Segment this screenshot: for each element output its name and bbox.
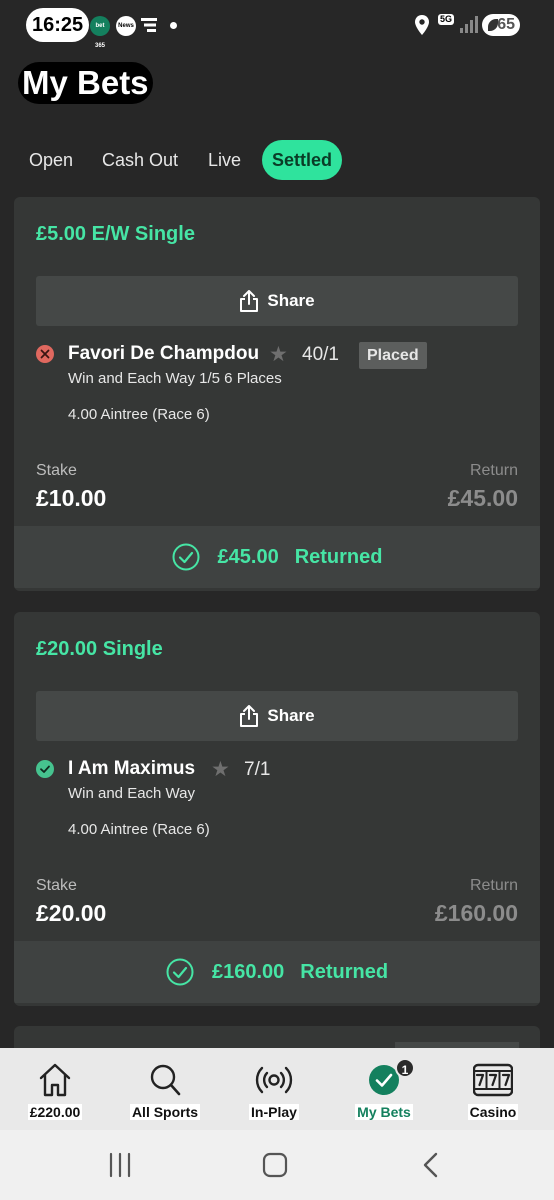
share-icon (240, 705, 259, 727)
market-description: Win and Each Way (68, 785, 195, 802)
news-notification-icon: News (116, 16, 136, 36)
favourite-star-icon[interactable]: ★ (269, 342, 288, 367)
tab-open[interactable]: Open (16, 140, 86, 180)
bet-title: £20.00 Single (36, 638, 163, 660)
share-label: Share (267, 291, 315, 310)
location-icon (415, 15, 429, 35)
selection-odds: 7/1 (244, 759, 271, 780)
bet-filter-tabs: Open Cash Out Live Settled (16, 140, 546, 180)
event-description: 4.00 Aintree (Race 6) (68, 821, 210, 838)
share-icon (240, 290, 259, 312)
bet-card: £5.00 E/W Single Share Favori De Champdo… (14, 197, 540, 591)
return-label: Return (469, 462, 518, 479)
share-label: Share (267, 706, 315, 725)
notification-badge: 1 (395, 1058, 415, 1078)
nav-label: In-Play (249, 1104, 299, 1120)
share-button[interactable]: Share (36, 276, 518, 326)
nav-label: All Sports (129, 1104, 201, 1120)
battery-indicator: 65 (482, 14, 520, 36)
nav-home[interactable]: £220.00 (0, 1048, 110, 1130)
recent-apps-icon[interactable] (108, 1150, 132, 1180)
signal-icon (460, 16, 478, 33)
status-bar: 16:25 bet 365 News 5G 65 (0, 0, 554, 52)
home-icon (39, 1063, 71, 1097)
placed-badge: Placed (359, 342, 427, 369)
event-description: 4.00 Aintree (Race 6) (68, 406, 210, 423)
tab-settled[interactable]: Settled (262, 140, 343, 180)
tab-cash-out[interactable]: Cash Out (89, 140, 191, 180)
market-description: Win and Each Way 1/5 6 Places (68, 370, 282, 387)
live-broadcast-icon (255, 1066, 293, 1094)
bottom-navigation: £220.00 All Sports In-Play 1 My Bets Cas… (0, 1048, 554, 1130)
status-time: 16:25 (26, 8, 90, 42)
settled-status: Returned (294, 545, 383, 568)
settled-amount: £160.00 (211, 960, 285, 983)
search-icon (150, 1064, 181, 1096)
selection-odds: 40/1 (302, 344, 339, 365)
stake-amount: £10.00 (36, 485, 107, 511)
bet365-notification-icon: bet 365 (90, 16, 110, 49)
nav-label: My Bets (355, 1104, 413, 1120)
favourite-star-icon[interactable]: ★ (211, 757, 230, 782)
nav-all-sports[interactable]: All Sports (110, 1048, 220, 1130)
stake-label: Stake (36, 462, 77, 479)
battery-level: 65 (497, 16, 515, 33)
stake-label: Stake (36, 877, 77, 894)
settled-status: Returned (300, 960, 389, 983)
selection-name: I Am Maximus (68, 758, 196, 779)
nav-label: Casino (467, 1104, 519, 1120)
home-button-icon[interactable] (262, 1150, 288, 1180)
settled-result-bar: £160.00 Returned (14, 941, 540, 1003)
return-amount: £160.00 (434, 900, 518, 926)
nav-my-bets[interactable]: 1 My Bets (329, 1048, 439, 1130)
slot-machine-icon (473, 1063, 513, 1097)
settled-amount: £45.00 (217, 545, 279, 568)
share-button[interactable]: Share (36, 691, 518, 741)
check-circle-icon (172, 543, 200, 571)
page-title: My Bets (18, 62, 153, 104)
more-notifications-dot (170, 22, 177, 29)
tab-live[interactable]: Live (195, 140, 254, 180)
check-circle-icon (166, 958, 194, 986)
back-icon[interactable] (420, 1150, 440, 1180)
balance-label: £220.00 (27, 1104, 83, 1120)
settled-result-bar: £45.00 Returned (14, 526, 540, 588)
selection-name: Favori De Champdou (68, 343, 260, 364)
network-type: 5G (438, 14, 455, 25)
nav-in-play[interactable]: In-Play (219, 1048, 329, 1130)
filter-notification-icon (141, 18, 157, 32)
lost-status-icon (36, 345, 54, 363)
return-amount: £45.00 (447, 485, 518, 511)
won-status-icon (36, 760, 54, 778)
nav-casino[interactable]: Casino (438, 1048, 548, 1130)
bet-title: £5.00 E/W Single (36, 223, 195, 245)
bet-card: £20.00 Single Share I Am Maximus ★ 7/1 W… (14, 612, 540, 1006)
system-navigation-bar (0, 1130, 554, 1200)
stake-amount: £20.00 (36, 900, 107, 926)
return-label: Return (469, 877, 518, 894)
